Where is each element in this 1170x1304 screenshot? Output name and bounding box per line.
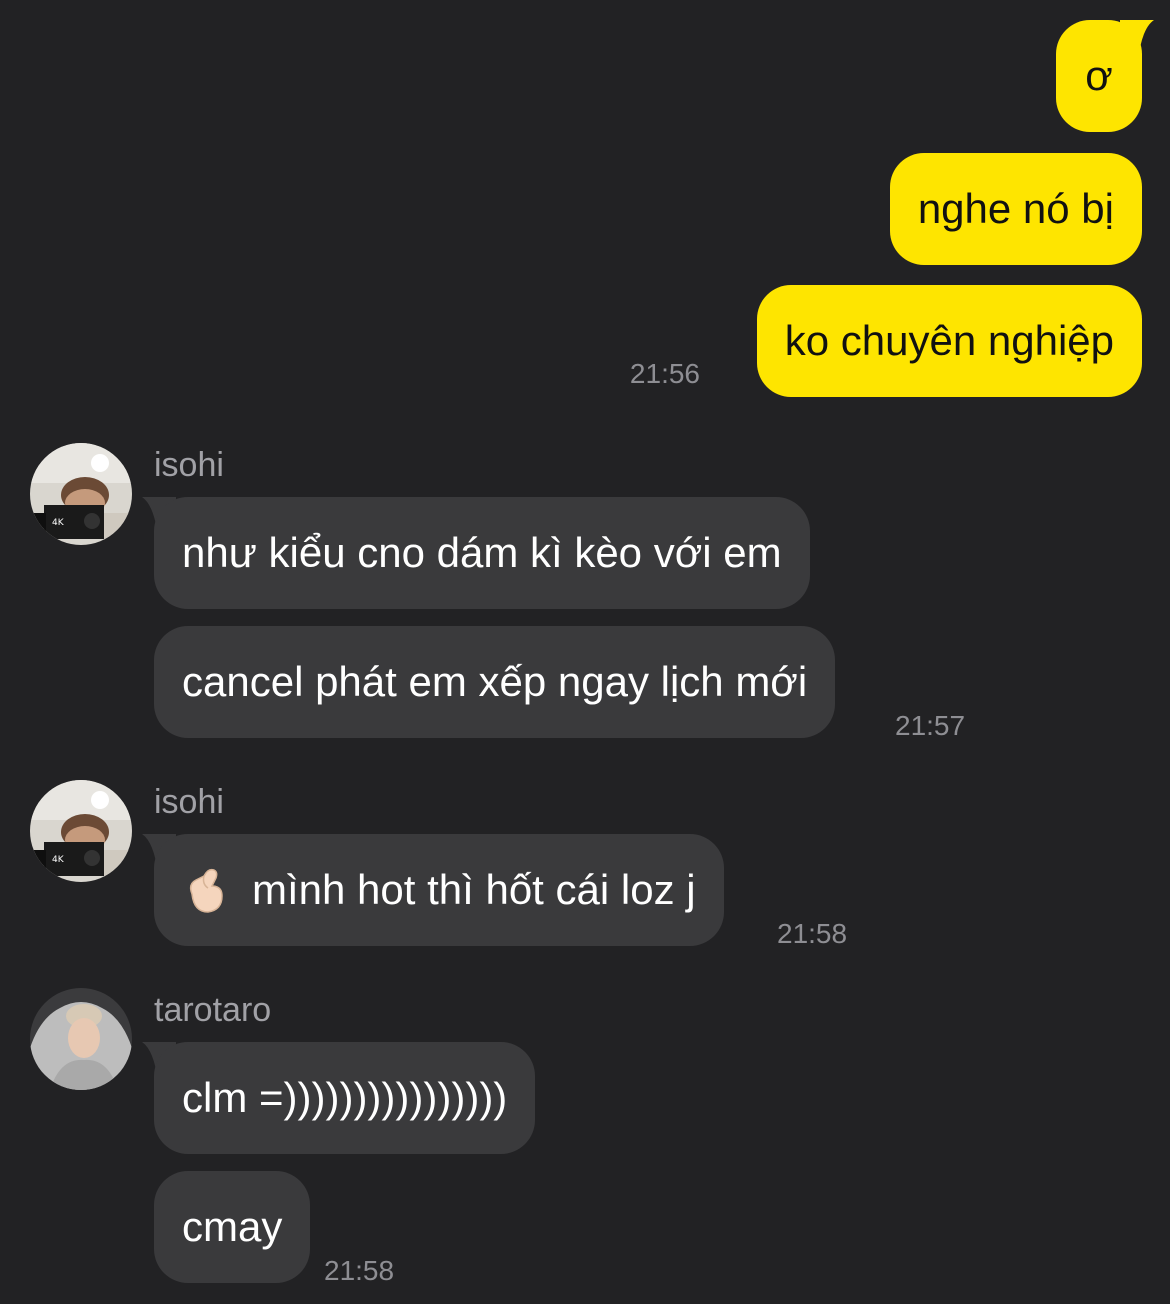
svg-text:4K: 4K (52, 855, 65, 865)
sender-name: isohi (154, 783, 224, 821)
avatar-photo-camera-person-icon: 4K (30, 443, 132, 545)
outgoing-message-bubble[interactable]: ko chuyên nghiệp (756, 285, 1142, 397)
incoming-message-bubble[interactable]: cmay (154, 1171, 311, 1283)
incoming-message-bubble[interactable]: mình hot thì hốt cái loz j (154, 834, 724, 946)
finger-heart-emoji-icon (189, 868, 223, 913)
message-timestamp: 21:56 (629, 358, 700, 389)
incoming-message-bubble[interactable]: như kiểu cno dám kì kèo với em (154, 497, 810, 609)
svg-text:4K: 4K (52, 518, 65, 528)
incoming-message-bubble[interactable]: clm =)))))))))))))))) (154, 1042, 536, 1154)
message-timestamp: 21:58 (777, 918, 848, 949)
avatar-photo-hoodie-person-icon (30, 988, 132, 1090)
sender-name: tarotaro (154, 991, 272, 1029)
avatar-photo-camera-person-icon: 4K (30, 780, 132, 882)
outgoing-message-bubble[interactable]: nghe nó bị (889, 153, 1142, 265)
avatar[interactable]: 4K (30, 780, 132, 882)
incoming-message-bubble[interactable]: cancel phát em xếp ngay lịch mới (154, 626, 836, 738)
message-timestamp: 21:57 (895, 710, 966, 741)
avatar[interactable]: 4K (30, 443, 132, 545)
message-timestamp: 21:58 (324, 1255, 395, 1286)
chat-thread[interactable]: ơ nghe nó bị ko chuyên nghiệp 21:56 4K i… (0, 0, 1170, 1304)
bubble-tail (1120, 20, 1154, 60)
avatar[interactable] (30, 988, 132, 1090)
sender-name: isohi (154, 446, 224, 484)
message-text: mình hot thì hốt cái loz j (252, 866, 696, 913)
